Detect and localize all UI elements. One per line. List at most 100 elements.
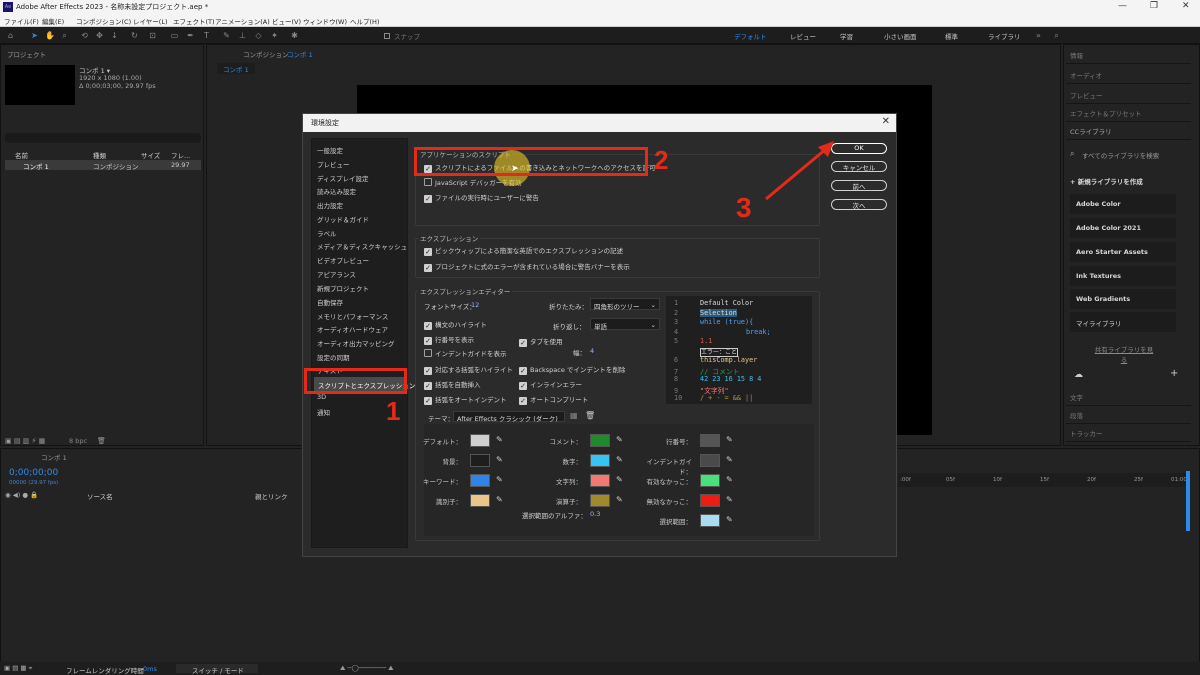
panel-paragraph[interactable]: 段落	[1066, 404, 1191, 424]
panel-effects-presets[interactable]: エフェクト＆プリセット	[1066, 102, 1191, 122]
eyedropper-icon[interactable]: ✎	[496, 495, 503, 504]
workspace-small-screen[interactable]: 小さい画面	[884, 31, 917, 41]
width-value[interactable]: 4	[590, 347, 594, 355]
match-brackets-checkbox[interactable]: ✓ 対応する括弧をハイライト	[424, 364, 513, 375]
fold-dropdown[interactable]: 四角形のツリー ⌄	[590, 298, 660, 311]
rotate-tool-icon[interactable]: ↻	[130, 31, 139, 40]
pen-tool-icon[interactable]: ✒	[186, 31, 195, 40]
line-numbers-checkbox[interactable]: ✓ 行番号を表示	[424, 334, 474, 345]
delete-icon[interactable]: 🗑	[97, 437, 106, 445]
eyedropper-icon[interactable]: ✎	[496, 435, 503, 444]
dolly-tool-icon[interactable]: ↓	[110, 31, 119, 40]
autocomplete-checkbox[interactable]: ✓ オートコンプリート	[519, 394, 588, 405]
new-library-button[interactable]: + 新規ライブラリを作成	[1070, 176, 1143, 186]
save-theme-icon[interactable]: ▦	[570, 411, 578, 420]
pickwhip-english-checkbox[interactable]: ✓ ピックウィップによる簡潔な英語でのエクスプレッションの記述	[424, 245, 623, 256]
rectangle-tool-icon[interactable]: ▭	[170, 31, 179, 40]
category-item[interactable]: ディスプレイ設定	[317, 173, 369, 183]
library-item[interactable]: Ink Textures	[1070, 266, 1176, 286]
type-tool-icon[interactable]: T	[202, 31, 211, 40]
lib-search-input[interactable]: すべてのライブラリを検索	[1082, 150, 1159, 160]
color-swatch[interactable]	[700, 434, 720, 447]
color-swatch[interactable]	[590, 494, 610, 507]
color-swatch[interactable]	[700, 514, 720, 527]
category-item[interactable]: オーディオ出力マッピング	[317, 338, 395, 348]
panel-audio[interactable]: オーディオ	[1066, 64, 1191, 84]
menu-layer[interactable]: レイヤー(L)	[133, 16, 168, 26]
category-item[interactable]: 読み込み設定	[317, 186, 356, 196]
category-item[interactable]: メモリとパフォーマンス	[317, 311, 388, 321]
eyedropper-icon[interactable]: ✎	[726, 495, 733, 504]
category-item[interactable]: プレビュー	[317, 159, 350, 169]
comp-panel-tab[interactable]: コンポ 1	[287, 49, 313, 59]
library-item[interactable]: Adobe Color	[1070, 194, 1176, 214]
workspace-review[interactable]: レビュー	[790, 31, 816, 41]
color-swatch[interactable]	[590, 434, 610, 447]
dialog-close-icon[interactable]: ✕	[882, 116, 890, 127]
minimize-icon[interactable]: —	[1118, 1, 1127, 11]
col-size[interactable]: サイズ	[141, 150, 160, 160]
color-swatch[interactable]	[590, 454, 610, 467]
color-swatch[interactable]	[470, 474, 490, 487]
color-swatch[interactable]	[470, 454, 490, 467]
workspace-default[interactable]: デフォルト	[734, 31, 767, 41]
selection-tool-icon[interactable]: ➤	[30, 31, 39, 40]
category-item[interactable]: 新規プロジェクト	[317, 283, 369, 293]
orbit-tool-icon[interactable]: ⟲	[80, 31, 89, 40]
panel-tracker[interactable]: トラッカー	[1066, 422, 1191, 442]
col-name[interactable]: 名前	[15, 150, 28, 160]
delete-theme-icon[interactable]: 🗑	[585, 411, 595, 420]
library-item[interactable]: Web Gradients	[1070, 289, 1176, 309]
category-item[interactable]: 一般設定	[317, 145, 343, 155]
panel-character[interactable]: 文字	[1066, 386, 1191, 406]
workspace-standard[interactable]: 標準	[945, 31, 958, 41]
category-item[interactable]: アピアランス	[317, 269, 356, 279]
timecode-display[interactable]: 0;00;00;00	[9, 468, 58, 478]
cloud-icon[interactable]: ☁	[1074, 370, 1083, 380]
project-row[interactable]: コンポ 1 コンポジション 29.97	[5, 160, 201, 171]
menu-view[interactable]: ビュー(V)	[272, 16, 301, 26]
category-item[interactable]: ラベル	[317, 228, 337, 238]
error-banner-checkbox[interactable]: ✓ プロジェクトに式のエラーが含まれている場合に警告バナーを表示	[424, 261, 630, 272]
auto-close-brackets-checkbox[interactable]: ✓ 括弧を自動挿入	[424, 379, 481, 390]
panel-preview[interactable]: プレビュー	[1066, 84, 1191, 104]
time-ruler[interactable]: :00f 05f 10f 15f 20f 25f 01:00f	[898, 473, 1189, 487]
col-parent-link[interactable]: 親とリンク	[255, 491, 288, 501]
alpha-value[interactable]: 0.3	[590, 510, 600, 518]
category-item[interactable]: メディア＆ディスクキャッシュ	[317, 241, 407, 251]
color-swatch[interactable]	[700, 494, 720, 507]
add-icon[interactable]: +	[1170, 368, 1178, 379]
col-type[interactable]: 種類	[93, 150, 106, 160]
backspace-indent-checkbox[interactable]: ✓ Backspace でインデントを削除	[519, 364, 625, 375]
footer-icons[interactable]: ▣ ▤ ▦ ⌖	[4, 664, 32, 673]
panel-info[interactable]: 情報	[1066, 44, 1191, 64]
zoom-slider[interactable]: ⛰ ─◯─────── ⛰	[340, 664, 394, 673]
comp-breadcrumb[interactable]: コンポ 1	[217, 63, 255, 74]
indent-guides-checkbox[interactable]: インデントガイドを表示	[424, 348, 507, 358]
menu-window[interactable]: ウィンドウ(W)	[303, 16, 347, 26]
move-tool-icon[interactable]: ✥	[95, 31, 104, 40]
eyedropper-icon[interactable]: ✎	[616, 475, 623, 484]
menu-help[interactable]: ヘルプ(H)	[350, 16, 379, 26]
color-swatch[interactable]	[700, 474, 720, 487]
inline-errors-checkbox[interactable]: ✓ インラインエラー	[519, 379, 582, 390]
category-item[interactable]: 出力設定	[317, 200, 343, 210]
stamp-tool-icon[interactable]: ⊥	[238, 31, 247, 40]
eyedropper-icon[interactable]: ✎	[496, 475, 503, 484]
menu-composition[interactable]: コンポジション(C)	[76, 16, 131, 26]
color-swatch[interactable]	[590, 474, 610, 487]
hand-tool-icon[interactable]: ✋	[45, 31, 55, 40]
playhead[interactable]	[1186, 471, 1190, 531]
font-size-value[interactable]: 12	[471, 301, 479, 309]
switch-mode-toggle[interactable]: スイッチ / モード	[176, 664, 258, 675]
close-window-icon[interactable]: ✕	[1182, 1, 1190, 11]
timeline-tab[interactable]: コンポ 1	[41, 452, 67, 462]
col-frame[interactable]: フレ...	[171, 150, 190, 160]
zoom-tool-icon[interactable]: ⌕	[60, 31, 69, 40]
eyedropper-icon[interactable]: ✎	[726, 455, 733, 464]
project-panel-title[interactable]: プロジェクト	[7, 49, 46, 59]
library-item[interactable]: マイライブラリ	[1070, 312, 1176, 332]
workspace-libraries[interactable]: ライブラリ	[988, 31, 1021, 41]
col-source-name[interactable]: ソース名	[87, 491, 113, 501]
eyedropper-icon[interactable]: ✎	[726, 435, 733, 444]
